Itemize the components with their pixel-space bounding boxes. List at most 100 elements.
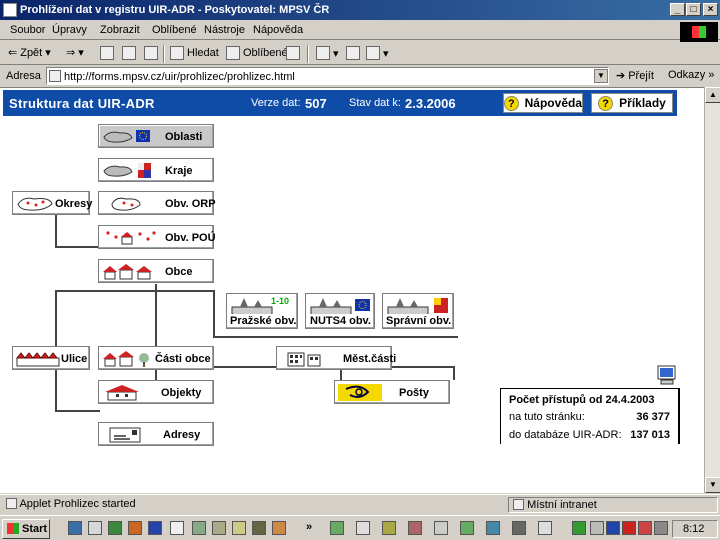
stop-icon [100,46,114,60]
go-button[interactable]: ➔ Přejít [616,69,654,83]
ie-icon [3,3,17,17]
history-icon [286,46,300,60]
app-quicklaunch-icon[interactable] [232,521,246,535]
access-stats: Počet přístupů od 24.4.2003 na tuto strá… [500,388,680,444]
post-horn-icon [338,384,382,401]
node-prazske-obv[interactable]: 1-10 Pražské obv. [226,293,298,329]
menu-help[interactable]: Nápověda [253,24,303,36]
structure-header: Struktura dat UIR-ADR Verze dat: 507 Sta… [3,90,677,116]
ie-quicklaunch-icon[interactable] [68,521,82,535]
windows-logo-icon [680,22,718,42]
links-button[interactable]: Odkazy » [668,69,714,81]
vertical-scrollbar[interactable]: ▲ ▼ [704,87,720,493]
search-button[interactable]: Hledat [170,46,219,60]
intranet-icon [513,499,524,510]
favorites-button[interactable]: Oblíbené [226,46,288,60]
refresh-button[interactable] [122,46,136,60]
menu-file[interactable]: Soubor [10,24,45,36]
node-spravni-obv[interactable]: Správní obv. [382,293,454,329]
stop-button[interactable] [100,46,114,60]
building-icon [105,385,139,401]
menu-edit[interactable]: Úpravy [52,24,87,36]
app-quicklaunch-icon[interactable] [170,521,184,535]
excel-quicklaunch-icon[interactable] [108,521,122,535]
menu-favorites[interactable]: Oblíbené [152,24,197,36]
print-button[interactable] [346,46,360,60]
stats-db-label: do databáze UIR-ADR: [509,429,622,441]
minimize-button[interactable]: _ [670,3,685,16]
menu-tools[interactable]: Nástroje [204,24,245,36]
home-button[interactable] [144,46,158,60]
node-okresy[interactable]: Okresy [12,191,92,215]
node-obv-orp[interactable]: Obv. ORP [98,191,216,215]
tray-icon[interactable] [654,521,668,535]
examples-button[interactable]: ? Příklady [591,93,673,113]
close-button[interactable]: × [703,3,718,16]
start-button[interactable]: Start [2,519,50,539]
app-quicklaunch-icon[interactable] [272,521,286,535]
node-mest-casti[interactable]: Měst.části [276,346,396,370]
node-obce[interactable]: Obce [98,259,214,283]
task-window-icon[interactable] [330,521,344,535]
history-button[interactable] [286,46,300,60]
search-icon [170,46,184,60]
powerpoint-quicklaunch-icon[interactable] [128,521,142,535]
node-posty[interactable]: Pošty [334,380,450,404]
taskbar-overflow[interactable]: » [306,521,312,533]
back-button[interactable]: ⇐ Zpět ▾ [8,46,51,60]
task-window-icon[interactable] [538,521,552,535]
computer-icon[interactable] [656,364,678,386]
app-quicklaunch-icon[interactable] [252,521,266,535]
tray-icon[interactable] [606,521,620,535]
task-window-icon[interactable] [382,521,396,535]
chevron-right-icon: » [708,69,715,81]
tray-icon[interactable] [590,521,604,535]
forward-button[interactable]: ⇒ ▾ [66,46,84,59]
tray-icon[interactable] [638,521,652,535]
tray-icon[interactable] [572,521,586,535]
app-quicklaunch-icon[interactable] [212,521,226,535]
node-obv-pou[interactable]: Obv. POÚ [98,225,216,249]
connector-line [55,246,100,248]
scroll-down-icon[interactable]: ▼ [705,477,720,493]
task-window-icon[interactable] [486,521,500,535]
maximize-button[interactable]: □ [686,3,701,16]
task-window-icon[interactable] [434,521,448,535]
node-objekty[interactable]: Objekty [98,380,214,404]
connector-line [55,410,100,412]
node-casti-obce[interactable]: Části obce [98,346,214,370]
node-oblasti[interactable]: Oblasti [98,124,214,148]
node-adresy[interactable]: Adresy [98,422,214,446]
address-input[interactable] [46,67,609,85]
task-window-icon[interactable] [460,521,474,535]
edit-button[interactable]: ▾ [366,46,389,60]
toolbar-separator [163,45,165,63]
chevron-down-icon: ▾ [78,47,84,59]
stats-db-value: 137 013 [630,429,670,441]
go-arrow-icon: ➔ [616,70,626,82]
state-value: 2.3.2006 [405,96,456,111]
question-icon: ? [598,95,614,111]
help-button[interactable]: ? Nápověda [503,93,583,113]
scroll-up-icon[interactable]: ▲ [705,87,720,103]
mail-button[interactable]: ▾ [316,46,339,60]
word-quicklaunch-icon[interactable] [148,521,162,535]
node-ulice[interactable]: Ulice [12,346,90,370]
explorer-quicklaunch-icon[interactable] [88,521,102,535]
task-window-icon[interactable] [356,521,370,535]
connector-line [453,366,455,380]
address-dropdown[interactable]: ▼ [594,69,608,83]
app-quicklaunch-icon[interactable] [192,521,206,535]
task-window-icon[interactable] [512,521,526,535]
castle-eu-icon [310,298,370,314]
tray-icon[interactable] [622,521,636,535]
print-icon [346,46,360,60]
toolbar-separator [307,45,309,63]
task-window-icon[interactable] [408,521,422,535]
title-bar: Prohlížení dat v registru UIR-ADR - Posk… [0,0,720,20]
node-kraje[interactable]: Kraje [98,158,214,182]
node-nuts4-obv[interactable]: NUTS4 obv. [305,293,375,329]
connector-line [55,215,57,247]
status-text: Applet Prohlizec started [2,497,502,513]
menu-view[interactable]: Zobrazit [100,24,140,36]
